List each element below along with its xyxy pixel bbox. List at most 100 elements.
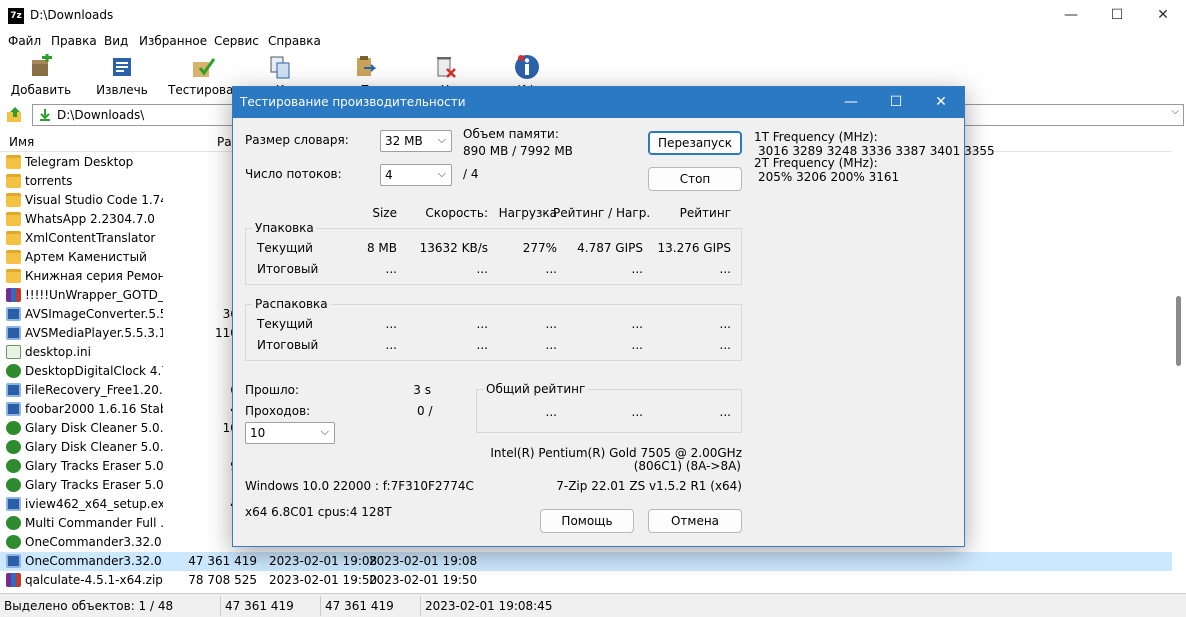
help-button[interactable]: Помощь [540, 509, 634, 533]
app-icon [6, 383, 21, 397]
restart-button[interactable]: Перезапуск [648, 131, 742, 155]
status-separator [420, 596, 421, 616]
file-name: foobar2000 1.6.16 Stable... [25, 402, 163, 416]
packing-total-label: Итоговый [257, 262, 319, 276]
col-size-header: Size [372, 206, 397, 220]
file-row[interactable]: OneCommander3.32.0.... 47 361 419 2023-02-… [0, 552, 1172, 571]
freq-2t-label: 2T Frequency (MHz): [754, 156, 878, 170]
minimize-button[interactable]: — [1048, 0, 1094, 32]
folder-icon [6, 231, 21, 245]
cancel-button[interactable]: Отмена [648, 509, 742, 533]
file-name: Книжная серия Ремон... [25, 269, 163, 283]
menu-edit[interactable]: Правка [51, 34, 97, 48]
folder-icon [6, 269, 21, 283]
menu-favorites[interactable]: Избранное [139, 34, 207, 48]
column-size-header[interactable]: Ра [217, 135, 232, 149]
packing-current-size: 8 MB [366, 241, 397, 255]
packing-total-rpl: ... [631, 262, 643, 276]
dialog-titlebar: Тестирование производительности — ☐ ✕ [233, 87, 964, 118]
column-name-header[interactable]: Имя [9, 135, 34, 149]
chevron-down-icon: ⌵ [437, 167, 446, 180]
app-icon [6, 402, 21, 416]
file-row[interactable]: qalculate-4.5.1-x64.zip 78 708 525 2023-02… [0, 571, 1172, 590]
dialog-minimize-button[interactable]: — [828, 87, 874, 118]
packing-total-size: ... [385, 262, 397, 276]
benchmark-dialog: Тестирование производительности — ☐ ✕ Ра… [232, 86, 995, 547]
stop-button[interactable]: Стоп [648, 167, 742, 191]
arch-info: x64 6.8C01 cpus:4 128T [245, 505, 392, 519]
file-name: FileRecovery_Free1.20.0.... [25, 383, 163, 397]
selected-packed-size: 47 361 419 [325, 599, 394, 613]
add-button[interactable]: Добавить [6, 54, 76, 100]
folder-icon [6, 212, 21, 226]
maximize-button[interactable]: ☐ [1094, 0, 1140, 32]
version-info: 7-Zip 22.01 ZS v1.5.2 R1 (x64) [556, 479, 742, 493]
folder-icon [6, 250, 21, 264]
green-icon [6, 421, 21, 435]
unpacking-current-size: ... [385, 317, 397, 331]
file-name: OneCommander3.32.0.... [25, 554, 163, 568]
packing-total-speed: ... [476, 262, 488, 276]
scroll-thumb[interactable] [1176, 296, 1181, 366]
memory-value: 890 MB / 7992 MB [463, 144, 573, 158]
menu-tools[interactable]: Сервис [214, 34, 259, 48]
unpacking-total-rating: ... [719, 338, 731, 352]
file-created: 2023-02-01 19:08 [369, 554, 478, 568]
chevron-down-icon[interactable]: ⌵ [1171, 106, 1179, 117]
file-name: Glary Tracks Eraser 5.0.1.... [25, 478, 163, 492]
window-title: D:\Downloads [30, 8, 114, 22]
col-speed-header: Скорость: [425, 206, 488, 220]
packing-current-rating: 13.276 GIPS [657, 241, 732, 255]
menu-view[interactable]: Вид [104, 34, 128, 48]
status-bar: Выделено объектов: 1 / 48 47 361 419 47 … [0, 593, 1186, 617]
cpu-name: Intel(R) Pentium(R) Gold 7505 @ 2.00GHz [490, 446, 742, 460]
freq-1t-label: 1T Frequency (MHz): [754, 130, 878, 144]
app-icon [6, 307, 21, 321]
file-name: Glary Disk Cleaner 5.0.1.... [25, 440, 163, 454]
ini-icon [6, 345, 21, 359]
dictionary-size-select[interactable]: 32 MB ⌵ [380, 130, 452, 152]
copy-icon [270, 56, 290, 79]
threads-select[interactable]: 4 ⌵ [380, 164, 452, 186]
file-name: Glary Tracks Eraser 5.0.1.... [25, 459, 163, 473]
vertical-scrollbar[interactable] [1172, 128, 1186, 593]
test-button[interactable]: Тестировать [168, 54, 248, 100]
folder-up-icon[interactable] [6, 106, 24, 124]
file-name: Glary Disk Cleaner 5.0.1.... [25, 421, 163, 435]
file-name: desktop.ini [25, 345, 91, 359]
chevron-down-icon: ⌵ [320, 425, 329, 438]
unpacking-current-rating: ... [719, 317, 731, 331]
os-info: Windows 10.0 22000 : f:7F310F2774C [245, 479, 474, 493]
folder-icon [6, 174, 21, 188]
rar-icon [6, 573, 21, 587]
green-icon [6, 364, 21, 378]
file-name: AVSMediaPlayer.5.5.3.15... [25, 326, 163, 340]
unpacking-current-rpl: ... [631, 317, 643, 331]
unpacking-total-speed: ... [476, 338, 488, 352]
add-icon [32, 54, 52, 76]
file-created: 2023-02-01 19:50 [369, 573, 478, 587]
green-icon [6, 516, 21, 530]
passes-select[interactable]: 10 ⌵ [245, 422, 335, 444]
close-button[interactable]: ✕ [1140, 0, 1186, 32]
path-text: D:\Downloads\ [57, 108, 145, 122]
unpacking-total-size: ... [385, 338, 397, 352]
menu-help[interactable]: Справка [268, 34, 321, 48]
packing-title: Упаковка [252, 221, 317, 235]
dialog-maximize-button[interactable]: ☐ [873, 87, 919, 118]
unpacking-current-speed: ... [476, 317, 488, 331]
file-size: 47 361 419 [188, 554, 257, 568]
extract-button[interactable]: Извлечь [87, 54, 157, 100]
unpacking-title: Распаковка [252, 297, 331, 311]
file-name: Visual Studio Code 1.74.... [25, 193, 163, 207]
file-name: XmlContentTranslator [25, 231, 156, 245]
elapsed-value: 3 s [413, 383, 431, 397]
dictionary-size-label: Размер словаря: [245, 133, 349, 147]
dialog-close-button[interactable]: ✕ [918, 87, 964, 118]
unpacking-total-label: Итоговый [257, 338, 319, 352]
file-name: Telegram Desktop [25, 155, 134, 169]
file-name: DesktopDigitalClock 4.7... [25, 364, 163, 378]
overall-rating-title: Общий рейтинг [483, 382, 589, 396]
unpacking-group: Распаковка [245, 297, 742, 361]
menu-file[interactable]: Файл [8, 34, 41, 48]
